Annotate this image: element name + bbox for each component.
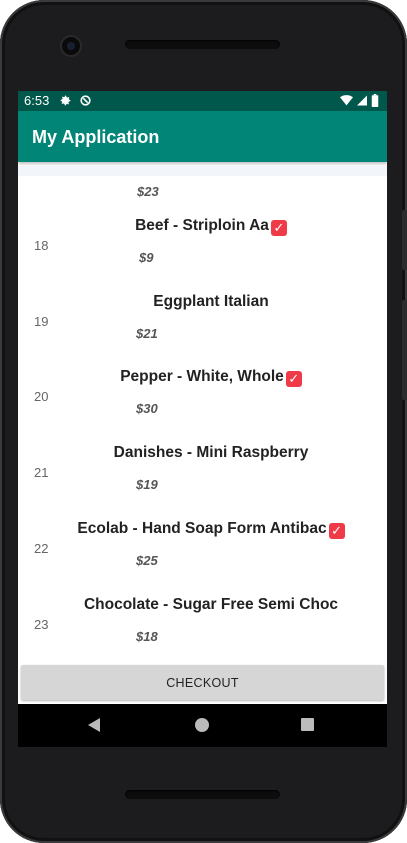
item-name: Danishes - Mini Raspberry bbox=[113, 444, 309, 462]
item-name-row: Chocolate - Sugar Free Semi Choc bbox=[66, 596, 356, 614]
data-saver-icon bbox=[79, 94, 92, 110]
item-price: $30 bbox=[136, 401, 158, 417]
front-camera bbox=[62, 37, 80, 55]
volume-button bbox=[402, 300, 407, 400]
item-name: Pepper - White, Whole bbox=[120, 368, 284, 386]
list-item[interactable]: 20 Pepper - White, Whole ✓ $30 bbox=[18, 368, 387, 451]
recents-square-icon[interactable] bbox=[301, 718, 314, 731]
status-bar: 6:53 bbox=[18, 91, 387, 111]
list-scroll-edge bbox=[18, 166, 387, 176]
item-name-row: Pepper - White, Whole ✓ bbox=[66, 368, 356, 388]
item-name-row: Eggplant Italian bbox=[66, 293, 356, 311]
check-box-icon: ✓ bbox=[270, 220, 287, 236]
item-number: 18 bbox=[34, 238, 49, 253]
home-circle-icon[interactable] bbox=[195, 718, 209, 732]
item-name-row: Ecolab - Hand Soap Form Antibac ✓ bbox=[66, 520, 356, 539]
settings-gear-icon bbox=[59, 94, 72, 110]
item-name: Chocolate - Sugar Free Semi Choc bbox=[83, 595, 339, 613]
screen: 6:53 My Application $23 18 Beef - Striplo… bbox=[18, 91, 387, 704]
item-price: $18 bbox=[136, 628, 158, 644]
list-item[interactable]: 21 Danishes - Mini Raspberry $19 bbox=[18, 444, 387, 527]
item-number: 22 bbox=[34, 540, 49, 556]
item-number: 21 bbox=[34, 465, 49, 481]
item-name-row: Beef - Striploin Aa ✓ bbox=[66, 217, 356, 236]
item-price: $19 bbox=[136, 477, 158, 493]
battery-icon bbox=[371, 94, 379, 110]
bottom-speaker bbox=[125, 790, 280, 799]
status-time: 6:53 bbox=[24, 93, 50, 108]
item-name: Ecolab - Hand Soap Form Antibac bbox=[77, 519, 327, 537]
item-name-row: Danishes - Mini Raspberry bbox=[66, 444, 356, 462]
top-speaker bbox=[125, 40, 280, 49]
list-item[interactable]: 22 Ecolab - Hand Soap Form Antibac ✓ $25 bbox=[18, 520, 387, 603]
item-number: 23 bbox=[34, 616, 49, 632]
checkout-button[interactable]: CHECKOUT bbox=[21, 665, 384, 700]
product-list[interactable]: $23 18 Beef - Striploin Aa ✓ $9 19 Eggplant I… bbox=[18, 166, 387, 662]
list-item[interactable]: 23 Chocolate - Sugar Free Semi Choc $18 bbox=[18, 596, 387, 663]
app-title: My Application bbox=[32, 127, 160, 147]
item-price: $25 bbox=[136, 552, 158, 568]
item-name: Eggplant Italian bbox=[153, 292, 269, 310]
list-item[interactable]: 19 Eggplant Italian $21 bbox=[18, 293, 387, 376]
power-button bbox=[402, 210, 407, 270]
cell-signal-icon bbox=[356, 94, 368, 110]
check-box-icon: ✓ bbox=[328, 522, 345, 539]
item-name: Beef - Striploin Aa bbox=[135, 217, 269, 234]
check-box-icon: ✓ bbox=[285, 371, 302, 388]
list-item[interactable]: 18 Beef - Striploin Aa ✓ $9 bbox=[18, 217, 387, 300]
back-triangle-icon[interactable] bbox=[88, 718, 100, 732]
app-bar: My Application bbox=[18, 111, 387, 162]
item-number: 19 bbox=[34, 313, 49, 329]
item-price: $9 bbox=[139, 250, 154, 265]
item-number: 20 bbox=[34, 389, 49, 405]
wifi-icon bbox=[340, 94, 353, 110]
navigation-bar bbox=[18, 704, 387, 747]
item-price: $21 bbox=[136, 325, 158, 341]
partial-item-price: $23 bbox=[137, 184, 159, 199]
